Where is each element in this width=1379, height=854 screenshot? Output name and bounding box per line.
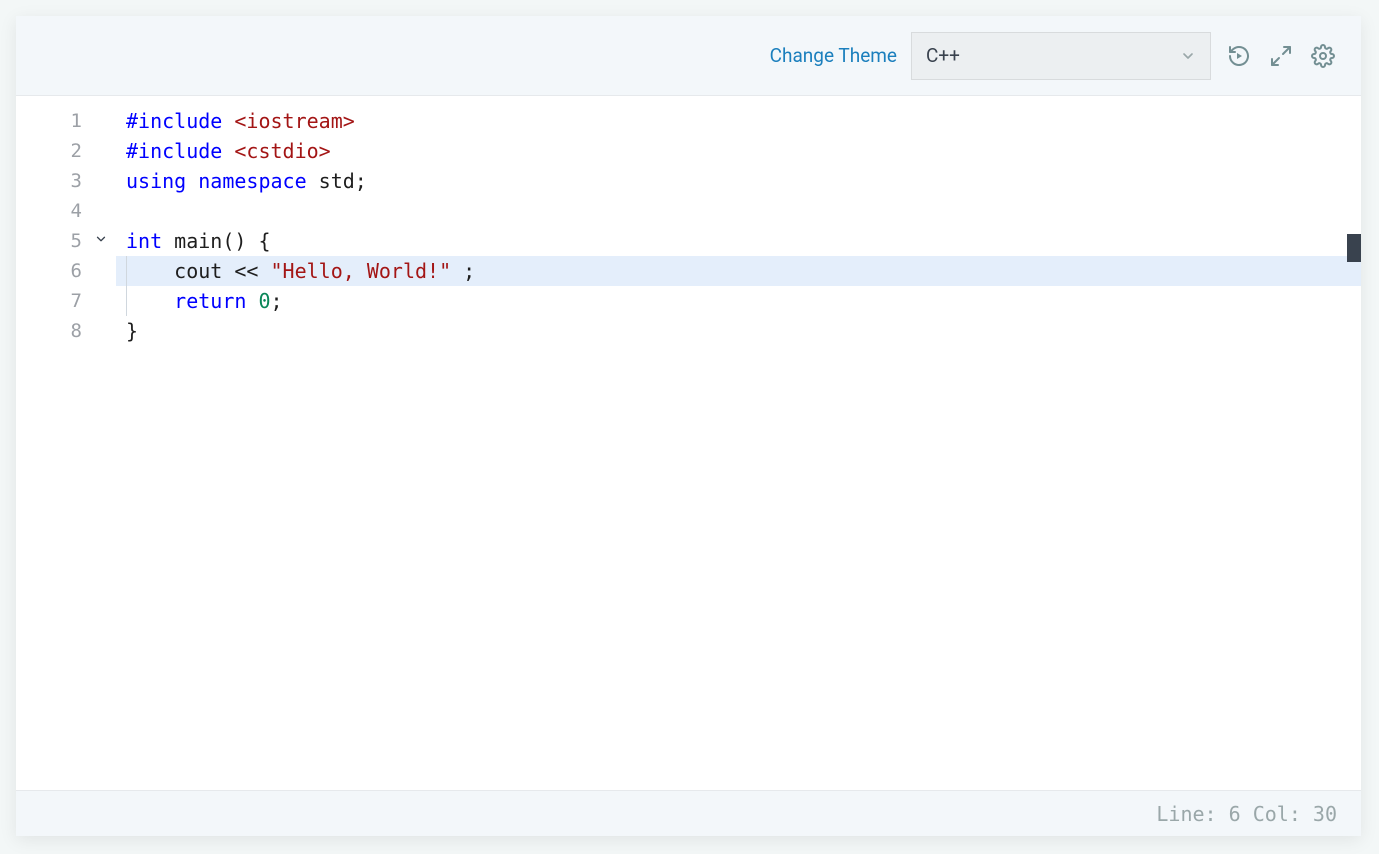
code-token bbox=[222, 109, 234, 133]
settings-button[interactable] bbox=[1309, 42, 1337, 70]
code-content[interactable]: #include <iostream>#include <cstdio>usin… bbox=[116, 96, 1361, 790]
code-line[interactable] bbox=[116, 196, 1361, 226]
line-number: 5 bbox=[16, 226, 116, 256]
line-number: 1 bbox=[16, 106, 116, 136]
line-number: 8 bbox=[16, 316, 116, 346]
code-line[interactable]: cout << "Hello, World!" ; bbox=[116, 256, 1361, 286]
code-line[interactable]: int main() { bbox=[116, 226, 1361, 256]
line-number: 2 bbox=[16, 136, 116, 166]
editor-panel: Change Theme C++ 12345678 #include <iost… bbox=[16, 16, 1361, 836]
code-token: #include bbox=[126, 109, 222, 133]
code-line[interactable]: #include <cstdio> bbox=[116, 136, 1361, 166]
chevron-down-icon bbox=[1180, 48, 1196, 64]
line-number: 3 bbox=[16, 166, 116, 196]
code-editor[interactable]: 12345678 #include <iostream>#include <cs… bbox=[16, 96, 1361, 790]
fullscreen-button[interactable] bbox=[1267, 42, 1295, 70]
code-line[interactable]: return 0; bbox=[116, 286, 1361, 316]
language-selected-label: C++ bbox=[926, 44, 960, 67]
code-token: main() { bbox=[162, 229, 270, 253]
code-token: cout << bbox=[126, 259, 271, 283]
code-token: int bbox=[126, 229, 162, 253]
editor-toolbar: Change Theme C++ bbox=[16, 16, 1361, 96]
code-token: } bbox=[126, 319, 138, 343]
indent-guide bbox=[126, 286, 127, 316]
code-line[interactable]: #include <iostream> bbox=[116, 106, 1361, 136]
code-token: "Hello, World!" bbox=[271, 259, 452, 283]
fold-arrow-icon[interactable] bbox=[94, 232, 108, 246]
code-line[interactable]: using namespace std; bbox=[116, 166, 1361, 196]
indent-guide bbox=[126, 256, 127, 286]
code-token: 0 bbox=[258, 289, 270, 313]
code-token: #include bbox=[126, 139, 222, 163]
code-token: return bbox=[174, 289, 246, 313]
line-number: 4 bbox=[16, 196, 116, 226]
code-token bbox=[222, 139, 234, 163]
gear-icon bbox=[1311, 44, 1335, 68]
reset-icon bbox=[1227, 44, 1251, 68]
line-number: 6 bbox=[16, 256, 116, 286]
language-select[interactable]: C++ bbox=[911, 32, 1211, 80]
line-number: 7 bbox=[16, 286, 116, 316]
expand-icon bbox=[1269, 44, 1293, 68]
code-token: <iostream> bbox=[234, 109, 354, 133]
code-token bbox=[126, 289, 174, 313]
code-token: using bbox=[126, 169, 186, 193]
code-token: <cstdio> bbox=[234, 139, 330, 163]
scrollbar-thumb[interactable] bbox=[1347, 234, 1361, 262]
code-token: std; bbox=[307, 169, 367, 193]
cursor-position: Line: 6 Col: 30 bbox=[1156, 802, 1337, 826]
code-token: ; bbox=[271, 289, 283, 313]
code-token: ; bbox=[451, 259, 475, 283]
change-theme-link[interactable]: Change Theme bbox=[770, 44, 897, 67]
code-token: namespace bbox=[198, 169, 306, 193]
status-bar: Line: 6 Col: 30 bbox=[16, 790, 1361, 836]
line-number-gutter: 12345678 bbox=[16, 96, 116, 790]
reset-button[interactable] bbox=[1225, 42, 1253, 70]
code-token bbox=[186, 169, 198, 193]
code-line[interactable]: } bbox=[116, 316, 1361, 346]
code-token bbox=[246, 289, 258, 313]
